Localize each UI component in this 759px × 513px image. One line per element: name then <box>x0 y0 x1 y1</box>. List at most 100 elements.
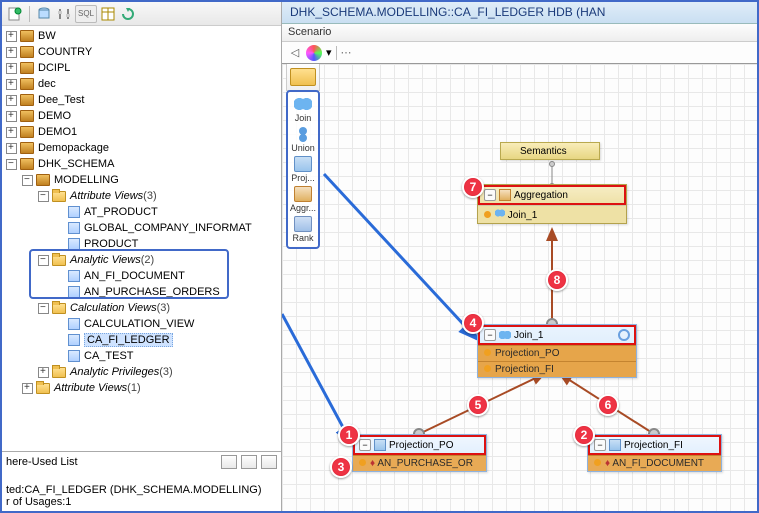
tree-label[interactable]: Calculation Views <box>70 302 157 314</box>
tree-label[interactable]: Dee_Test <box>38 94 84 106</box>
expand-icon[interactable] <box>6 111 17 122</box>
tree-label[interactable]: Demopackage <box>38 142 109 154</box>
tree-label[interactable]: DEMO1 <box>38 126 77 138</box>
expand-icon[interactable] <box>38 367 49 378</box>
node-aggregation[interactable]: − Aggregation Join_1 <box>477 184 627 224</box>
collapse-node-icon[interactable]: − <box>594 439 606 451</box>
palette-union[interactable]: Union <box>288 126 318 153</box>
tree-item-dhkschema: DHK_SCHEMA <box>4 156 281 172</box>
tree-label[interactable]: AN_FI_DOCUMENT <box>84 270 185 282</box>
collapse-node-icon[interactable]: − <box>484 189 496 201</box>
tree-label[interactable]: CA_TEST <box>84 350 134 362</box>
join-icon <box>499 329 511 341</box>
tree-label[interactable]: MODELLING <box>54 174 119 186</box>
expand-icon[interactable] <box>22 383 33 394</box>
expand-icon[interactable] <box>6 47 17 58</box>
palette-label: Join <box>295 113 312 123</box>
tree-item-anfi: AN_FI_DOCUMENT <box>4 268 281 284</box>
back-icon[interactable]: ◁ <box>288 46 302 60</box>
node-join1[interactable]: −Join_1 Projection_PO Projection_FI <box>477 324 637 378</box>
tree-label[interactable]: AN_PURCHASE_ORDERS <box>84 286 220 298</box>
node-semantics[interactable]: Semantics <box>500 142 600 160</box>
palette-join[interactable]: Join <box>288 96 318 123</box>
collapse-icon[interactable] <box>6 159 17 170</box>
tree-count: (3) <box>159 366 172 378</box>
palette-folder-icon[interactable] <box>290 68 316 86</box>
node-label: Join_1 <box>514 330 543 341</box>
expand-icon[interactable] <box>6 79 17 90</box>
new-icon[interactable] <box>6 5 24 23</box>
node-proj-po[interactable]: −Projection_PO ♦ AN_PURCHASE_OR <box>352 434 487 472</box>
node-label: Semantics <box>520 146 567 157</box>
max-icon[interactable] <box>261 455 277 469</box>
pin-icon[interactable] <box>221 455 237 469</box>
collapse-icon[interactable] <box>38 191 49 202</box>
collapse-node-icon[interactable]: − <box>359 439 371 451</box>
refresh-icon[interactable] <box>119 5 137 23</box>
node-sub-label: Join_1 <box>508 210 537 221</box>
tree[interactable]: BW COUNTRY DCIPL dec Dee_Test DEMO DEMO1… <box>2 26 281 451</box>
tree-label[interactable]: PRODUCT <box>84 238 138 250</box>
palette-aggr[interactable]: Aggr... <box>288 186 318 213</box>
tree-label[interactable]: BW <box>38 30 56 42</box>
tree-label[interactable]: DCIPL <box>38 62 70 74</box>
tree-label[interactable]: Attribute Views <box>70 190 143 202</box>
tree-item-atproduct: AT_PRODUCT <box>4 204 281 220</box>
tree-item-deetest: Dee_Test <box>4 92 281 108</box>
view-icon <box>68 334 80 346</box>
expand-icon[interactable] <box>6 143 17 154</box>
tree-item-product: PRODUCT <box>4 236 281 252</box>
db-icon[interactable] <box>35 5 53 23</box>
tree-label[interactable]: CA_FI_LEDGER <box>84 333 173 347</box>
expand-icon[interactable] <box>6 63 17 74</box>
tree-label[interactable]: Analytic Privileges <box>70 366 159 378</box>
collapse-node-icon[interactable]: − <box>484 329 496 341</box>
bullet-icon <box>484 365 491 372</box>
bullet-icon <box>594 459 601 466</box>
palette-proj[interactable]: Proj... <box>288 156 318 183</box>
collapse-icon[interactable] <box>22 175 33 186</box>
view-icon <box>68 238 80 250</box>
bullet-icon <box>359 459 366 466</box>
where-used-title: here-Used List <box>6 456 78 468</box>
tree-label[interactable]: Attribute Views <box>54 382 127 394</box>
node-sub-label: AN_FI_DOCUMENT <box>612 458 704 469</box>
tuning-icon[interactable] <box>55 5 73 23</box>
view-icon <box>68 286 80 298</box>
tree-label[interactable]: dec <box>38 78 56 90</box>
tree-label[interactable]: CALCULATION_VIEW <box>84 318 194 330</box>
dots-icon[interactable]: ⋯ <box>341 46 354 59</box>
folder-icon <box>52 255 66 266</box>
node-label: Aggregation <box>514 190 568 201</box>
min-icon[interactable] <box>241 455 257 469</box>
package-icon <box>20 110 34 122</box>
chevron-down-icon[interactable]: ▾ <box>326 46 332 59</box>
sql-icon[interactable]: SQL <box>75 5 97 23</box>
expand-icon[interactable] <box>6 31 17 42</box>
tree-label[interactable]: AT_PRODUCT <box>84 206 158 218</box>
tree-label[interactable]: DHK_SCHEMA <box>38 158 114 170</box>
view-icon <box>68 206 80 218</box>
canvas[interactable]: Join Union Proj... Aggr... Rank <box>282 64 757 511</box>
collapse-icon[interactable] <box>38 303 49 314</box>
collapse-icon[interactable] <box>38 255 49 266</box>
palette-label: Proj... <box>291 173 315 183</box>
tree-label[interactable]: COUNTRY <box>38 46 92 58</box>
palette-rank[interactable]: Rank <box>288 216 318 243</box>
package-icon <box>20 62 34 74</box>
palette-label: Aggr... <box>290 203 316 213</box>
tree-label[interactable]: DEMO <box>38 110 71 122</box>
node-sub-label: Projection_FI <box>495 364 554 375</box>
tree-label[interactable]: GLOBAL_COMPANY_INFORMAT <box>84 222 252 234</box>
expand-icon[interactable] <box>6 127 17 138</box>
palette-gear-icon[interactable] <box>306 45 322 61</box>
package-icon <box>20 78 34 90</box>
node-proj-fi[interactable]: −Projection_FI ♦ AN_FI_DOCUMENT <box>587 434 722 472</box>
scenario-bar: Scenario <box>282 24 757 42</box>
proj-icon <box>374 439 386 451</box>
editor-title: DHK_SCHEMA.MODELLING::CA_FI_LEDGER HDB (… <box>282 2 757 24</box>
expand-icon[interactable] <box>6 95 17 106</box>
tree-item-modelling: MODELLING <box>4 172 281 188</box>
tree-label[interactable]: Analytic Views <box>70 254 141 266</box>
table-icon[interactable] <box>99 5 117 23</box>
